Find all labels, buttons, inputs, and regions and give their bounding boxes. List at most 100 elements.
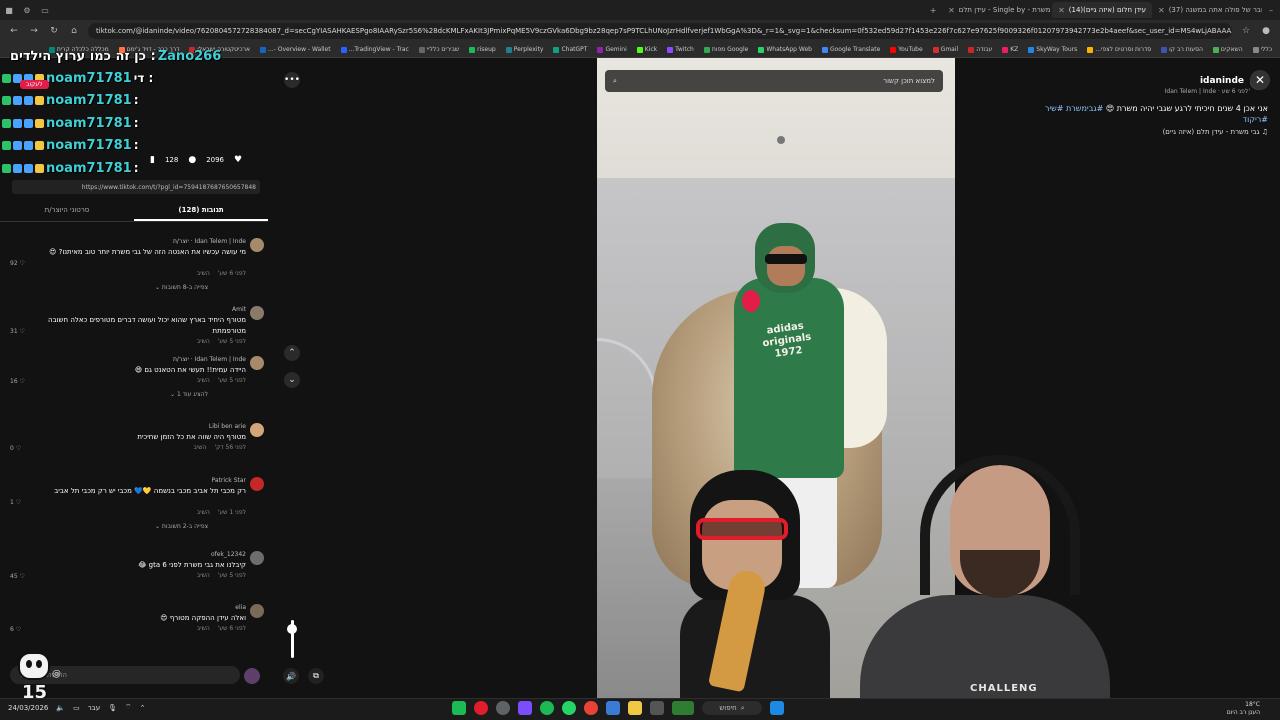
weather-widget[interactable]: 18°C הענן רב היום [1227,701,1260,717]
bookmark-item[interactable]: YouTube [890,46,923,53]
close-tab-icon[interactable]: ✕ [1058,6,1065,15]
comment-like[interactable]: 31 ♡ [10,328,25,335]
forward-icon[interactable]: → [28,26,40,36]
commenter-name[interactable]: elia [235,604,246,611]
taskbar-search[interactable]: חיפוש ⌕ [702,701,762,715]
volume-knob[interactable] [287,624,297,634]
bookmark-item[interactable]: riseup [469,46,496,53]
widgets-icon[interactable] [672,701,694,715]
view-replies-button[interactable]: להציג עוד 1 ⌄ [170,391,208,398]
bookmark-item[interactable]: עבודה [968,46,992,53]
whatsapp-app-icon[interactable] [562,701,576,715]
close-tab-icon[interactable]: ✕ [948,6,955,15]
bookmark-star-icon[interactable]: ☆ [1240,26,1252,36]
commenter-avatar[interactable] [250,356,264,370]
new-tab-button[interactable]: + [924,2,942,18]
commenter-name[interactable]: Amit [232,306,246,313]
commenter-name[interactable]: Idan Telem | Inde · יוצר/ת [173,356,246,363]
bookmark-item[interactable]: TradingView - Trac... [340,46,409,53]
vertical-tabs-icon[interactable]: ▭ [36,2,54,18]
commenter-name[interactable]: Patrick Star [212,477,247,484]
discord-app-icon[interactable] [518,701,532,715]
file-explorer-icon[interactable] [628,701,642,715]
reply-button[interactable]: השיב [197,625,210,632]
comment-like[interactable]: 92 ♡ [10,260,25,267]
wifi-icon[interactable]: ⌔ [125,703,132,712]
reload-icon[interactable]: ↻ [48,26,60,36]
related-search-bar[interactable]: ⌕ למצוא תוכן קשור [605,70,943,92]
bookmark-item[interactable]: הסעות רב קו [1161,46,1203,53]
language-indicator[interactable]: עבר [88,704,100,712]
commenter-avatar[interactable] [250,604,264,618]
bookmark-item[interactable]: Gemini [597,46,627,53]
commenter-avatar[interactable] [250,306,264,320]
follow-badge[interactable]: לעקוב [20,80,49,89]
view-replies-button[interactable]: צפייה ב-2 תשובות ⌄ [155,523,208,530]
commenter-avatar[interactable] [250,477,264,491]
reply-button[interactable]: השיב [197,338,210,345]
desktop-app-icon[interactable] [650,701,664,715]
minimize-icon[interactable]: – [1262,2,1280,18]
bookmark-item[interactable]: Perplexity [505,46,543,53]
address-bar[interactable]: tiktok.com/@idaninde/video/7620804572728… [88,23,1232,39]
picture-in-picture-button[interactable]: ⧉ [308,668,324,684]
bookmark-item[interactable]: Twitch [667,46,694,53]
volume-button[interactable]: 🔊 [283,668,299,684]
opera-app-icon[interactable] [474,701,488,715]
bookmark-item[interactable]: Google Translate [821,46,880,53]
bookmark-item[interactable]: סדרות וסרטים לצפי... [1087,46,1151,53]
commenter-avatar[interactable] [250,423,264,437]
bookmark-item[interactable]: Google מפות [703,46,748,53]
microphone-icon[interactable]: 🎙 [108,704,117,712]
view-replies-button[interactable]: צפייה ב-8 תשובות ⌄ [155,284,208,291]
commenter-name[interactable]: ofek_12342 [211,551,246,558]
commenter-name[interactable]: Libi ben arie [209,423,246,430]
search-icon[interactable]: ⌕ [613,77,617,86]
comment-like[interactable]: 45 ♡ [10,573,25,580]
comment-like[interactable]: 0 ♡ [10,445,21,452]
bookmark-item[interactable]: כללי [1252,46,1272,53]
tab-comments[interactable]: תגובות (128) [134,203,268,221]
home-icon[interactable]: ⌂ [68,26,80,36]
commenter-avatar[interactable] [250,551,264,565]
extension-icon[interactable]: ⚙ [18,2,36,18]
next-video-button[interactable]: ⌄ [284,372,300,388]
steam-app-icon[interactable] [496,701,510,715]
spotify-app-icon[interactable] [540,701,554,715]
reply-button[interactable]: השיב [197,270,210,277]
reply-button[interactable]: השיב [197,509,210,516]
commenter-name[interactable]: Idan Telem | Inde · יוצר/ת [173,238,246,245]
bookmark-item[interactable]: שבירים כלליי [418,46,459,53]
bookmark-item[interactable]: ChatGPT [553,46,587,53]
bookmark-item[interactable]: WhatsApp Web [758,46,812,53]
tab-2-active[interactable]: ✕ (14)עידן חלום (איזה גיים) [1052,2,1152,18]
bookmark-item[interactable]: SkyWay Tours [1028,46,1077,53]
chevron-up-icon[interactable]: ⌃ [140,704,146,712]
close-tab-icon[interactable]: ✕ [1158,6,1165,15]
previous-video-button[interactable]: ⌃ [284,345,300,361]
reply-button[interactable]: השיב [197,572,210,579]
more-options-button[interactable]: ••• [284,72,300,88]
chrome-app-icon[interactable] [584,701,598,715]
bookmark-item[interactable]: Gmail [932,46,958,53]
comment-like[interactable]: 16 ♡ [10,378,25,385]
bookmark-item[interactable]: KZ [1002,46,1018,53]
tab-creator-videos[interactable]: סרטוני היוצר/ת [0,203,134,221]
speaker-icon[interactable]: 🔈 [56,704,65,712]
photos-app-icon[interactable] [606,701,620,715]
tab-1[interactable]: ✕עידן תלם - Single by - גבי משרת [942,2,1052,18]
reply-button[interactable]: השיב [197,377,210,384]
bookmark-item[interactable]: השאקים [1212,46,1243,53]
comment-like[interactable]: 1 ♡ [10,499,21,506]
profile-icon[interactable]: ● [1260,26,1272,36]
display-icon[interactable]: ▭ [73,704,80,712]
bookmark-item[interactable]: Kick [636,46,657,53]
media-play-app-icon[interactable] [452,701,466,715]
comment-like[interactable]: 6 ♡ [10,626,21,633]
windows-start-icon[interactable] [770,701,784,715]
back-icon[interactable]: ← [8,26,20,36]
reply-button[interactable]: השיב [193,444,206,451]
close-icon[interactable]: ✕ [1250,70,1270,90]
commenter-avatar[interactable] [250,238,264,252]
tab-3[interactable]: ✕ (37) חבר של פולה אתה במשנה [1152,2,1262,18]
